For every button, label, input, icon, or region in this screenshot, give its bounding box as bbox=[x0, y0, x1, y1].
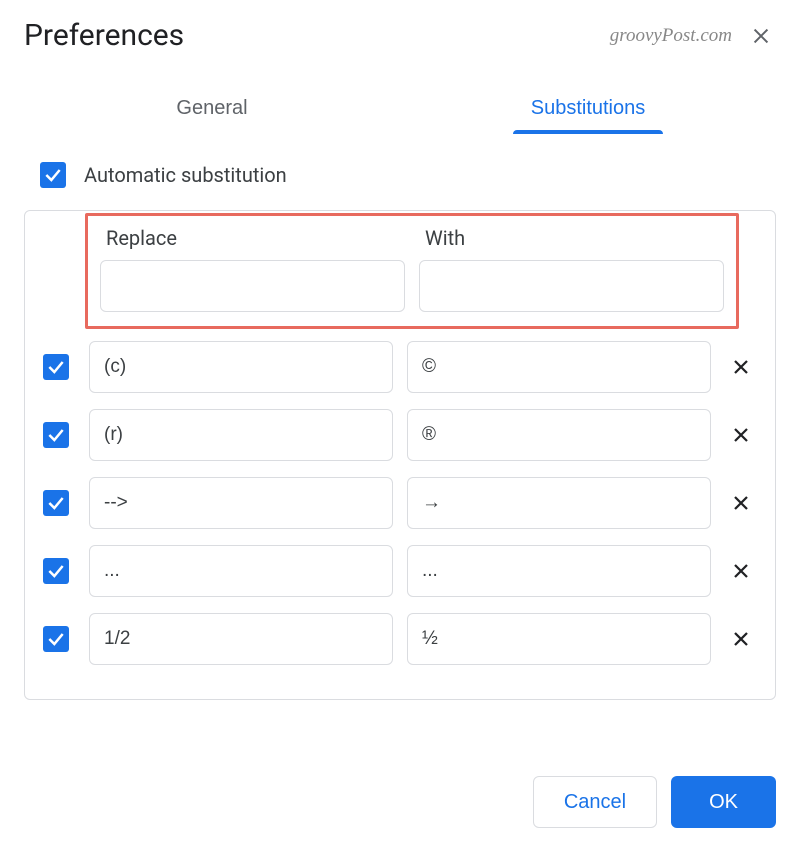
close-icon bbox=[732, 494, 750, 512]
auto-substitution-label: Automatic substitution bbox=[84, 163, 287, 187]
row-checkbox[interactable] bbox=[43, 626, 69, 652]
remove-row-button[interactable] bbox=[725, 494, 757, 512]
row-checkbox[interactable] bbox=[43, 422, 69, 448]
scroll-area[interactable]: Replace With bbox=[25, 211, 775, 699]
substitution-row bbox=[43, 409, 757, 461]
with-header: With bbox=[419, 226, 724, 250]
remove-row-button[interactable] bbox=[725, 630, 757, 648]
close-icon bbox=[732, 562, 750, 580]
with-input[interactable] bbox=[407, 613, 711, 665]
close-icon bbox=[732, 426, 750, 444]
cancel-button[interactable]: Cancel bbox=[533, 776, 657, 828]
substitution-row bbox=[43, 341, 757, 393]
replace-input[interactable] bbox=[89, 409, 393, 461]
row-checkbox[interactable] bbox=[43, 490, 69, 516]
check-icon bbox=[46, 357, 66, 377]
remove-row-button[interactable] bbox=[725, 562, 757, 580]
close-icon bbox=[732, 630, 750, 648]
replace-input[interactable] bbox=[89, 545, 393, 597]
new-with-input[interactable] bbox=[419, 260, 724, 312]
replace-input[interactable] bbox=[89, 341, 393, 393]
check-icon bbox=[46, 493, 66, 513]
check-icon bbox=[46, 629, 66, 649]
check-icon bbox=[46, 425, 66, 445]
tab-bar: General Substitutions bbox=[0, 85, 800, 134]
dialog-header: Preferences groovyPost.com bbox=[0, 0, 800, 53]
new-entry-highlight: Replace With bbox=[85, 213, 739, 329]
row-checkbox[interactable] bbox=[43, 354, 69, 380]
dialog-title: Preferences bbox=[24, 18, 184, 53]
auto-substitution-checkbox[interactable] bbox=[40, 162, 66, 188]
replace-input[interactable] bbox=[89, 477, 393, 529]
with-input[interactable] bbox=[407, 545, 711, 597]
check-icon bbox=[43, 165, 63, 185]
header-right: groovyPost.com bbox=[610, 21, 776, 51]
dialog-footer: Cancel OK bbox=[533, 776, 776, 828]
ok-button[interactable]: OK bbox=[671, 776, 776, 828]
with-input[interactable] bbox=[407, 477, 711, 529]
substitutions-table: Replace With bbox=[24, 210, 776, 700]
replace-input[interactable] bbox=[89, 613, 393, 665]
with-input[interactable] bbox=[407, 409, 711, 461]
column-headers: Replace With bbox=[100, 226, 724, 250]
replace-header: Replace bbox=[100, 226, 405, 250]
tab-content: Automatic substitution Replace With bbox=[0, 134, 800, 700]
tab-substitutions[interactable]: Substitutions bbox=[400, 85, 776, 134]
new-entry-row bbox=[100, 260, 724, 312]
substitution-rows bbox=[43, 341, 757, 665]
substitution-row bbox=[43, 545, 757, 597]
substitution-row bbox=[43, 477, 757, 529]
preferences-dialog: Preferences groovyPost.com General Subst… bbox=[0, 0, 800, 846]
watermark-text: groovyPost.com bbox=[610, 25, 732, 47]
close-icon bbox=[732, 358, 750, 376]
close-button[interactable] bbox=[746, 21, 776, 51]
row-checkbox[interactable] bbox=[43, 558, 69, 584]
auto-substitution-row: Automatic substitution bbox=[24, 162, 776, 188]
close-icon bbox=[750, 25, 772, 47]
remove-row-button[interactable] bbox=[725, 426, 757, 444]
with-input[interactable] bbox=[407, 341, 711, 393]
check-icon bbox=[46, 561, 66, 581]
new-replace-input[interactable] bbox=[100, 260, 405, 312]
tab-general[interactable]: General bbox=[24, 85, 400, 134]
remove-row-button[interactable] bbox=[725, 358, 757, 376]
substitution-row bbox=[43, 613, 757, 665]
